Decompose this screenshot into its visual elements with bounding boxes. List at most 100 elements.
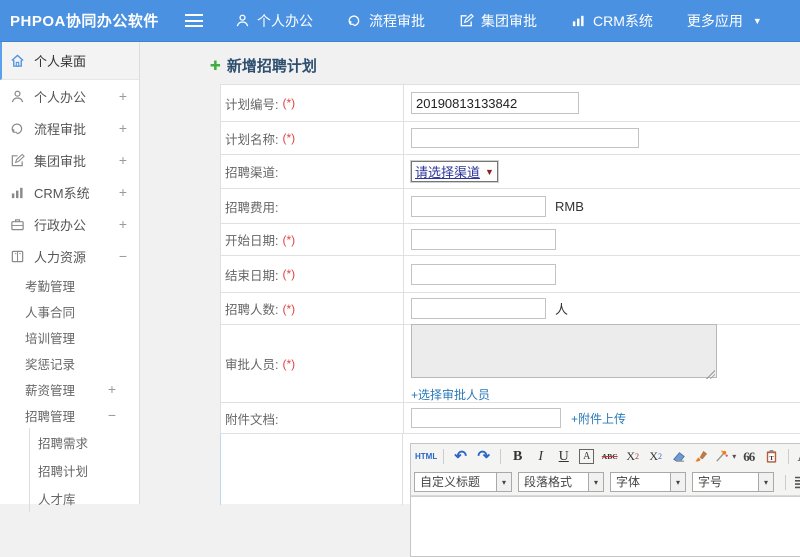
- blockquote-button[interactable]: 66: [738, 447, 759, 467]
- autotypeset-button[interactable]: A: [579, 449, 594, 464]
- sidebar-item-admin-office[interactable]: 行政办公 +: [0, 208, 139, 240]
- editor-content-area[interactable]: [411, 496, 800, 556]
- add-plus-icon: ✚: [210, 58, 221, 74]
- flow-icon: [347, 13, 362, 28]
- expand-plus-icon[interactable]: +: [119, 88, 127, 104]
- top-menu-crm-system[interactable]: CRM系统: [571, 11, 653, 31]
- toolbar-separator: [443, 449, 444, 464]
- plan-no-input[interactable]: [411, 92, 579, 114]
- bar-chart-icon: [571, 13, 586, 28]
- flow-icon: [10, 121, 25, 136]
- sidebar-item-label: 招聘管理: [25, 406, 108, 425]
- sidebar-item-talent-pool[interactable]: 人才库: [30, 484, 139, 512]
- toolbar-separator: [785, 475, 786, 490]
- sidebar-item-label: CRM系统: [34, 183, 119, 202]
- sidebar-item-personal-desktop[interactable]: 个人桌面: [0, 42, 139, 80]
- top-menu-more-apps[interactable]: 更多应用 ▼: [687, 11, 762, 31]
- format-painter-icon[interactable]: ▾: [714, 447, 736, 467]
- hamburger-menu-icon[interactable]: [185, 14, 203, 27]
- paste-icon[interactable]: T: [761, 447, 782, 467]
- form-row-approver: 审批人员: (*) +选择审批人员: [221, 325, 800, 403]
- headcount-unit: 人: [555, 299, 568, 318]
- sidebar-item-attendance[interactable]: 考勤管理: [0, 272, 139, 298]
- sidebar-item-workflow-approval[interactable]: 流程审批 +: [0, 112, 139, 144]
- sidebar-item-rewards[interactable]: 奖惩记录: [0, 350, 139, 376]
- undo-icon[interactable]: ↶: [450, 447, 471, 467]
- channel-select[interactable]: 请选择渠道 ▼: [411, 161, 498, 182]
- start-date-label: 开始日期:: [225, 230, 278, 249]
- sidebar-item-personal-office[interactable]: 个人办公 +: [0, 80, 139, 112]
- expand-plus-icon[interactable]: +: [119, 184, 127, 200]
- top-header-bar: PHPOA协同办公软件 个人办公 流程审批 集团审批 CRM系统: [0, 0, 800, 42]
- align-left-icon[interactable]: [792, 472, 800, 492]
- collapse-minus-icon[interactable]: −: [119, 248, 127, 264]
- required-mark: (*): [282, 302, 295, 316]
- sidebar-nav: 个人桌面 个人办公 + 流程审批 + 集团审批 + CRM系统 + 行政办公 +: [0, 42, 140, 504]
- sidebar-item-group-approval[interactable]: 集团审批 +: [0, 144, 139, 176]
- sidebar-item-label: 个人桌面: [34, 51, 127, 70]
- approver-textarea[interactable]: [411, 324, 717, 378]
- top-menu-personal-office[interactable]: 个人办公: [235, 11, 313, 31]
- sidebar-item-salary[interactable]: 薪资管理 +: [0, 376, 139, 402]
- font-family-dropdown[interactable]: 字体 ▾: [610, 472, 686, 492]
- attachment-input[interactable]: [411, 408, 561, 428]
- paragraph-format-dropdown[interactable]: 段落格式 ▾: [518, 472, 604, 492]
- sidebar-item-recruit-plan[interactable]: 招聘计划: [30, 456, 139, 484]
- sidebar-item-label: 奖惩记录: [25, 354, 139, 373]
- form-row-fee: 招聘费用: RMB: [221, 189, 800, 224]
- redo-icon[interactable]: ↷: [473, 447, 494, 467]
- fee-input[interactable]: [411, 196, 546, 217]
- sidebar-item-human-resources[interactable]: 人力资源 −: [0, 240, 139, 272]
- sidebar-item-crm-system[interactable]: CRM系统 +: [0, 176, 139, 208]
- start-date-input[interactable]: [411, 229, 556, 250]
- form-row-start-date: 开始日期: (*): [221, 224, 800, 256]
- expand-plus-icon[interactable]: +: [119, 216, 127, 232]
- font-color-button[interactable]: A ▾: [795, 447, 800, 467]
- superscript-button[interactable]: X2: [622, 447, 643, 467]
- end-date-input[interactable]: [411, 264, 556, 285]
- attachment-label: 附件文档:: [225, 409, 278, 428]
- attachment-upload-link[interactable]: +附件上传: [571, 410, 626, 427]
- select-approver-link[interactable]: +选择审批人员: [411, 386, 490, 403]
- headcount-label: 招聘人数:: [225, 299, 278, 318]
- subscript-button[interactable]: X2: [645, 447, 666, 467]
- user-icon: [235, 13, 250, 28]
- dropdown-value: 自定义标题: [415, 473, 496, 491]
- expand-plus-icon[interactable]: +: [108, 381, 139, 397]
- dropdown-value: 段落格式: [519, 473, 588, 491]
- headcount-input[interactable]: [411, 298, 546, 319]
- top-menu-workflow-approval[interactable]: 流程审批: [347, 11, 425, 31]
- dropdown-caret-icon: ▾: [758, 473, 773, 491]
- form-row-headcount: 招聘人数: (*) 人: [221, 293, 800, 325]
- sidebar-item-label: 人力资源: [34, 247, 119, 266]
- expand-plus-icon[interactable]: +: [119, 120, 127, 136]
- form-row-plan-no: 计划编号: (*): [221, 85, 800, 122]
- sidebar-item-hr-contract[interactable]: 人事合同: [0, 298, 139, 324]
- sidebar-hr-submenu: 考勤管理 人事合同 培训管理 奖惩记录 薪资管理 + 招聘管理 − 招聘需求 招…: [0, 272, 139, 512]
- heading-style-dropdown[interactable]: 自定义标题 ▾: [414, 472, 512, 492]
- sidebar-item-training[interactable]: 培训管理: [0, 324, 139, 350]
- main-content: ✚ 新增招聘计划 计划编号: (*) 计划名称: (*): [141, 42, 800, 504]
- sidebar-item-recruit-demand[interactable]: 招聘需求: [30, 428, 139, 456]
- plan-no-label: 计划编号:: [225, 94, 278, 113]
- font-size-dropdown[interactable]: 字号 ▾: [692, 472, 774, 492]
- italic-button[interactable]: I: [530, 447, 551, 467]
- user-icon: [10, 89, 25, 104]
- resize-grip-icon[interactable]: [706, 370, 715, 379]
- brush-icon[interactable]: [691, 447, 712, 467]
- top-menu-label: CRM系统: [593, 11, 653, 31]
- bold-button[interactable]: B: [507, 447, 528, 467]
- fee-label: 招聘费用:: [225, 197, 278, 216]
- html-source-button[interactable]: HTML: [415, 447, 437, 467]
- strikethrough-button[interactable]: ABC: [599, 447, 620, 467]
- top-menu-group-approval[interactable]: 集团审批: [459, 11, 537, 31]
- sidebar-item-recruitment[interactable]: 招聘管理 −: [0, 402, 139, 428]
- dropdown-caret-icon: ▾: [588, 473, 603, 491]
- collapse-minus-icon[interactable]: −: [108, 407, 139, 423]
- plan-name-input[interactable]: [411, 128, 639, 148]
- expand-plus-icon[interactable]: +: [119, 152, 127, 168]
- fee-unit: RMB: [555, 199, 584, 214]
- briefcase-icon: [10, 217, 25, 232]
- eraser-icon[interactable]: [668, 447, 689, 467]
- underline-button[interactable]: U: [553, 447, 574, 467]
